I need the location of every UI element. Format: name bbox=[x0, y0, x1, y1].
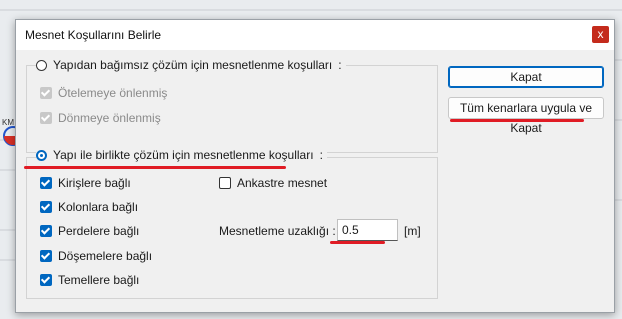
independent-solution-suffix: : bbox=[338, 58, 342, 72]
with-structure-label: Yapı ile birlikte çözüm için mesnetlenme… bbox=[53, 148, 314, 162]
dialog-title: Mesnet Koşullarını Belirle bbox=[25, 28, 162, 42]
translation-restrained-checkbox[interactable]: Ötelemeye önlenmiş bbox=[40, 86, 167, 100]
walls-label: Perdelere bağlı bbox=[58, 224, 140, 238]
checkbox-icon bbox=[40, 225, 52, 237]
checkbox-icon bbox=[40, 250, 52, 262]
radio-icon bbox=[36, 59, 47, 71]
independent-solution-radio[interactable]: Yapıdan bağımsız çözüm için mesnetlenme … bbox=[36, 58, 346, 72]
checkbox-icon bbox=[40, 112, 52, 124]
checkbox-icon bbox=[40, 201, 52, 213]
support-distance-input[interactable]: 0.5 bbox=[337, 219, 398, 241]
apply-all-and-close-button[interactable]: Tüm kenarlara uygula ve Kapat bbox=[448, 97, 604, 135]
annotation-underline-input bbox=[330, 241, 385, 244]
translation-restrained-label: Ötelemeye önlenmiş bbox=[58, 86, 168, 100]
columns-checkbox[interactable]: Kolonlara bağlı bbox=[40, 200, 138, 214]
with-structure-suffix: : bbox=[319, 148, 323, 162]
close-icon[interactable]: x bbox=[592, 26, 609, 43]
support-distance-unit: [m] bbox=[404, 224, 421, 238]
beams-label: Kirişlere bağlı bbox=[58, 176, 131, 190]
checkbox-icon bbox=[40, 274, 52, 286]
independent-solution-label: Yapıdan bağımsız çözüm için mesnetlenme … bbox=[53, 58, 333, 72]
rotation-restrained-label: Dönmeye önlenmiş bbox=[58, 111, 161, 125]
support-distance-label: Mesnetleme uzaklığı : bbox=[219, 224, 336, 238]
fixed-support-checkbox[interactable]: Ankastre mesnet bbox=[219, 176, 327, 190]
beams-checkbox[interactable]: Kirişlere bağlı bbox=[40, 176, 131, 190]
checkbox-icon bbox=[219, 177, 231, 189]
foundations-checkbox[interactable]: Temellere bağlı bbox=[40, 273, 139, 287]
slabs-label: Döşemelere bağlı bbox=[58, 249, 153, 263]
foundations-label: Temellere bağlı bbox=[58, 273, 140, 287]
background-label: KM bbox=[2, 118, 14, 127]
fixed-support-label: Ankastre mesnet bbox=[237, 176, 328, 190]
title-bar: Mesnet Koşullarını Belirle x bbox=[16, 20, 614, 50]
walls-checkbox[interactable]: Perdelere bağlı bbox=[40, 224, 139, 238]
radio-selected-icon bbox=[36, 149, 47, 161]
close-button[interactable]: Kapat bbox=[448, 66, 604, 88]
annotation-underline-button bbox=[450, 119, 584, 122]
checkbox-icon bbox=[40, 87, 52, 99]
rotation-restrained-checkbox[interactable]: Dönmeye önlenmiş bbox=[40, 111, 161, 125]
annotation-underline-radio bbox=[24, 166, 286, 169]
support-conditions-dialog: Mesnet Koşullarını Belirle x Yapıdan bağ… bbox=[15, 19, 615, 313]
columns-label: Kolonlara bağlı bbox=[58, 200, 139, 214]
checkbox-icon bbox=[40, 177, 52, 189]
independent-solution-group bbox=[26, 65, 438, 153]
with-structure-radio[interactable]: Yapı ile birlikte çözüm için mesnetlenme… bbox=[36, 148, 327, 162]
slabs-checkbox[interactable]: Döşemelere bağlı bbox=[40, 249, 152, 263]
